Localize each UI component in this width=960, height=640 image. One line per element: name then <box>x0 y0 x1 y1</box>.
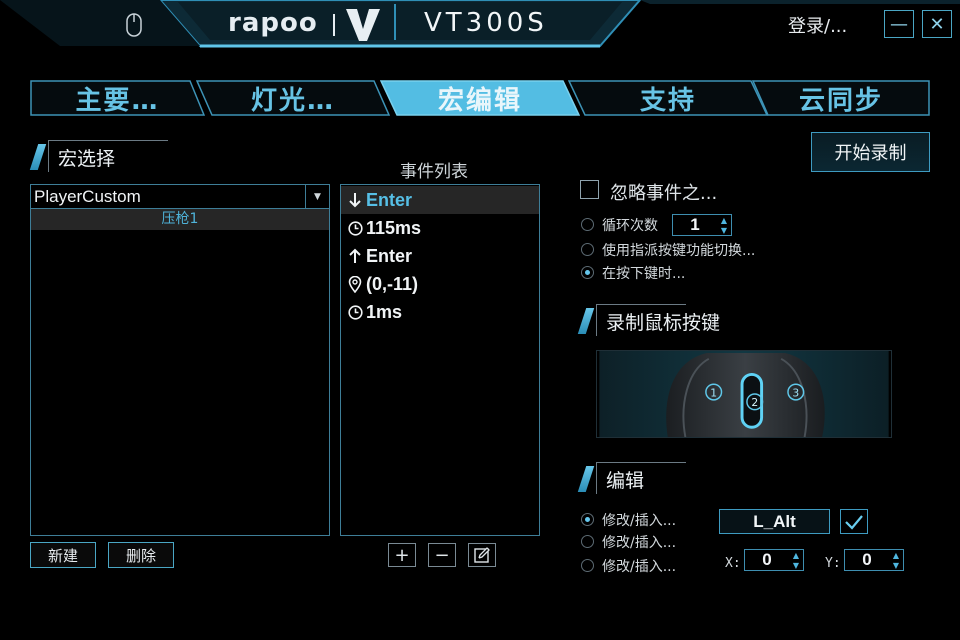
section-accent-bar <box>29 144 47 170</box>
edit-delay-label: 修改/插入... <box>602 535 677 551</box>
tab-main[interactable]: 主要… <box>30 80 205 116</box>
edit-title: 编辑 <box>606 470 645 492</box>
profile-dropdown-value: PlayerCustom <box>34 186 141 206</box>
brand-logo-text: rapoo <box>228 8 318 38</box>
while-pressed-label: 在按下键时... <box>602 266 686 282</box>
brand-separator <box>333 14 335 36</box>
add-event-button[interactable]: + <box>388 543 416 567</box>
minus-icon: − <box>434 544 450 566</box>
record-mouse-title: 录制鼠标按键 <box>606 312 721 334</box>
ignore-events-checkbox[interactable] <box>580 180 599 199</box>
event-list-title: 事件列表 <box>400 162 468 182</box>
remove-event-button[interactable]: − <box>428 543 456 567</box>
event-row[interactable]: 1ms <box>341 298 539 326</box>
toggle-by-key-label: 使用指派按键功能切换... <box>602 243 756 259</box>
new-macro-button[interactable]: 新建 <box>30 542 96 568</box>
mouse-button-1-label[interactable]: 1 <box>710 386 717 399</box>
edit-position-label: 修改/插入... <box>602 559 677 575</box>
tab-macro-edit[interactable]: 宏编辑 <box>380 80 580 116</box>
location-pin-icon <box>344 275 366 293</box>
edit-delay-radio[interactable] <box>581 535 594 548</box>
mouse-button-3-label[interactable]: 3 <box>792 386 799 399</box>
loop-count-stepper[interactable]: 1 ▲ ▼ <box>672 214 732 236</box>
tab-macro-edit-label: 宏编辑 <box>437 85 522 116</box>
record-mouse-heading: 录制鼠标按键 <box>577 304 782 336</box>
edit-pencil-icon <box>474 547 490 563</box>
edit-event-button[interactable] <box>468 543 496 567</box>
tab-lighting-label: 灯光… <box>250 85 335 116</box>
close-icon: ✕ <box>929 13 945 35</box>
event-text: Enter <box>366 245 413 266</box>
edit-position-radio[interactable] <box>581 559 594 572</box>
event-text: 115ms <box>366 217 422 238</box>
loop-count-label: 循环次数 <box>602 218 658 234</box>
ignore-events-label: 忽略事件之... <box>610 183 718 204</box>
confirm-button[interactable] <box>840 509 868 534</box>
event-text: Enter <box>366 189 413 210</box>
while-pressed-radio[interactable] <box>581 266 594 279</box>
x-coordinate-label: X: <box>725 556 741 571</box>
edit-key-radio[interactable] <box>581 513 594 526</box>
main-tabs: 主要… 灯光… 宏编辑 支持 云同步 <box>30 80 930 116</box>
macro-select-heading: 宏选择 <box>29 140 194 172</box>
stepper-down-icon[interactable]: ▼ <box>789 560 803 570</box>
profile-dropdown[interactable]: PlayerCustom ▼ <box>31 185 329 209</box>
key-input-field[interactable]: L_Alt <box>719 509 830 534</box>
mouse-icon <box>126 13 142 37</box>
event-text: 1ms <box>366 301 403 322</box>
checkmark-icon <box>845 514 863 530</box>
close-button[interactable]: ✕ <box>922 10 952 38</box>
tab-cloud-sync-label: 云同步 <box>798 85 883 116</box>
event-row[interactable]: Enter <box>341 186 539 214</box>
stepper-down-icon[interactable]: ▼ <box>889 560 903 570</box>
clock-icon <box>344 304 366 320</box>
event-row[interactable]: Enter <box>341 242 539 270</box>
mouse-button-2-label[interactable]: 2 <box>751 396 758 409</box>
key-down-arrow-icon <box>344 192 366 208</box>
section-accent-bar <box>577 308 595 334</box>
tab-main-label: 主要… <box>75 85 160 116</box>
minimize-icon: — <box>890 13 908 35</box>
product-model: VT300S <box>424 8 548 38</box>
loop-count-value[interactable]: 1 <box>673 215 717 235</box>
y-coordinate-value[interactable]: 0 <box>845 550 889 570</box>
tab-cloud-sync[interactable]: 云同步 <box>752 80 930 116</box>
stepper-down-icon[interactable]: ▼ <box>717 225 731 235</box>
login-link[interactable]: 登录/... <box>788 12 847 38</box>
event-text: (0,-11) <box>366 273 419 294</box>
loop-count-radio[interactable] <box>581 218 594 231</box>
key-up-arrow-icon <box>344 248 366 264</box>
macro-select-title: 宏选择 <box>58 148 116 170</box>
section-accent-bar <box>577 466 595 492</box>
delete-macro-button[interactable]: 删除 <box>108 542 174 568</box>
macro-list-item[interactable]: 压枪1 <box>31 209 329 230</box>
toggle-by-key-radio[interactable] <box>581 243 594 256</box>
tab-lighting[interactable]: 灯光… <box>196 80 390 116</box>
y-coordinate-label: Y: <box>825 556 841 571</box>
stepper-up-icon[interactable]: ▲ <box>889 550 903 560</box>
edit-heading: 编辑 <box>577 462 702 494</box>
start-recording-button[interactable]: 开始录制 <box>811 132 930 172</box>
mouse-buttons-image: 1 2 3 <box>596 350 892 438</box>
x-coordinate-stepper[interactable]: 0 ▲ ▼ <box>744 549 804 571</box>
macro-list-panel: PlayerCustom ▼ 压枪1 <box>30 184 330 536</box>
event-row[interactable]: 115ms <box>341 214 539 242</box>
edit-key-label: 修改/插入... <box>602 513 677 529</box>
event-list-panel: Enter 115ms Enter (0,-11) 1ms <box>340 184 540 536</box>
v-logo-icon <box>346 9 380 41</box>
x-coordinate-value[interactable]: 0 <box>745 550 789 570</box>
y-coordinate-stepper[interactable]: 0 ▲ ▼ <box>844 549 904 571</box>
clock-icon <box>344 220 366 236</box>
tab-support-label: 支持 <box>639 85 696 116</box>
stepper-up-icon[interactable]: ▲ <box>789 550 803 560</box>
tab-support[interactable]: 支持 <box>568 80 768 116</box>
minimize-button[interactable]: — <box>884 10 914 38</box>
stepper-up-icon[interactable]: ▲ <box>717 215 731 225</box>
event-row[interactable]: (0,-11) <box>341 270 539 298</box>
plus-icon: + <box>394 544 410 566</box>
chevron-down-icon[interactable]: ▼ <box>305 185 329 208</box>
